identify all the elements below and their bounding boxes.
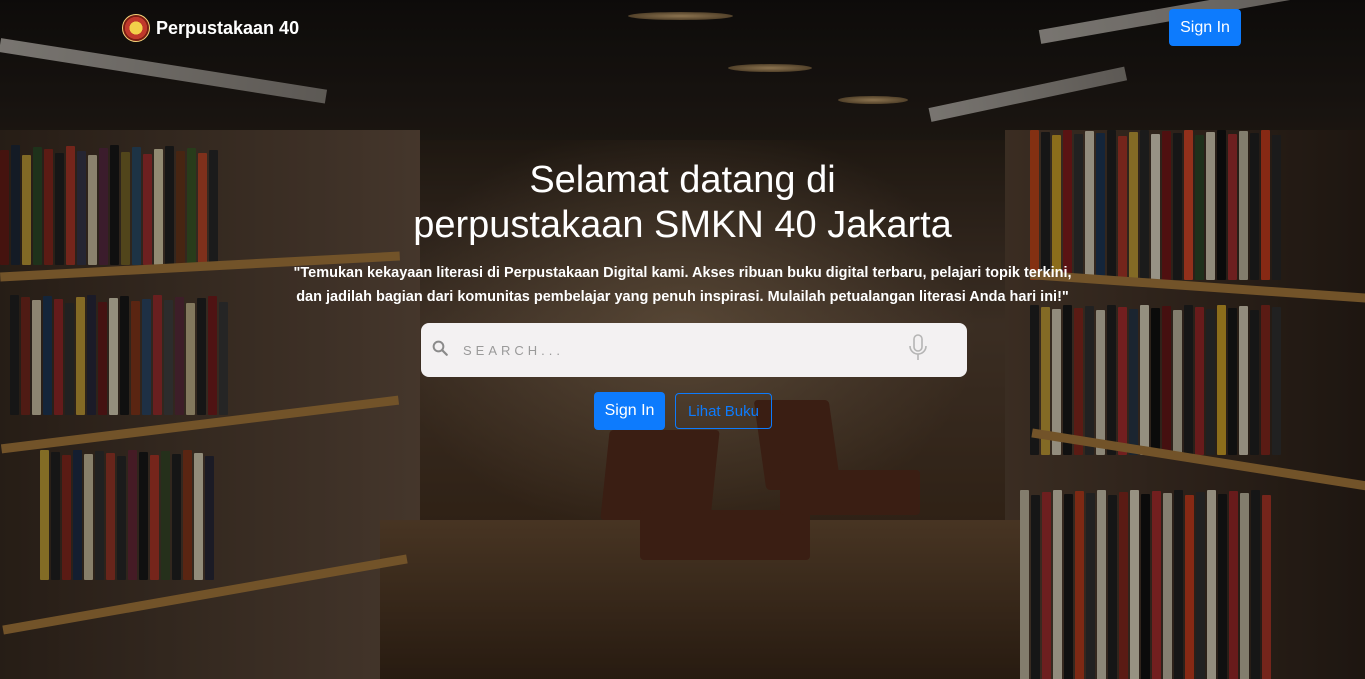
hero-signin-button[interactable]: Sign In [594,392,665,430]
hero-title: Selamat datang di perpustakaan SMKN 40 J… [0,158,1365,248]
hero-title-line2: perpustakaan SMKN 40 Jakarta [413,204,952,246]
hero-title-line1: Selamat datang di [529,159,836,201]
hero-description-line1: "Temukan kekayaan literasi di Perpustaka… [293,265,1072,281]
hero-description: "Temukan kekayaan literasi di Perpustaka… [0,261,1365,309]
search-input[interactable] [461,341,907,359]
view-books-button[interactable]: Lihat Buku [675,393,772,429]
brand[interactable]: Perpustakaan 40 [122,14,299,42]
microphone-icon[interactable] [907,333,929,368]
search-icon[interactable] [431,339,449,362]
header-signin-button[interactable]: Sign In [1169,9,1241,46]
school-emblem-icon [122,14,150,42]
brand-name: Perpustakaan 40 [156,17,300,38]
hero-description-line2: dan jadilah bagian dari komunitas pembel… [296,289,1069,305]
search-bar [421,323,967,377]
